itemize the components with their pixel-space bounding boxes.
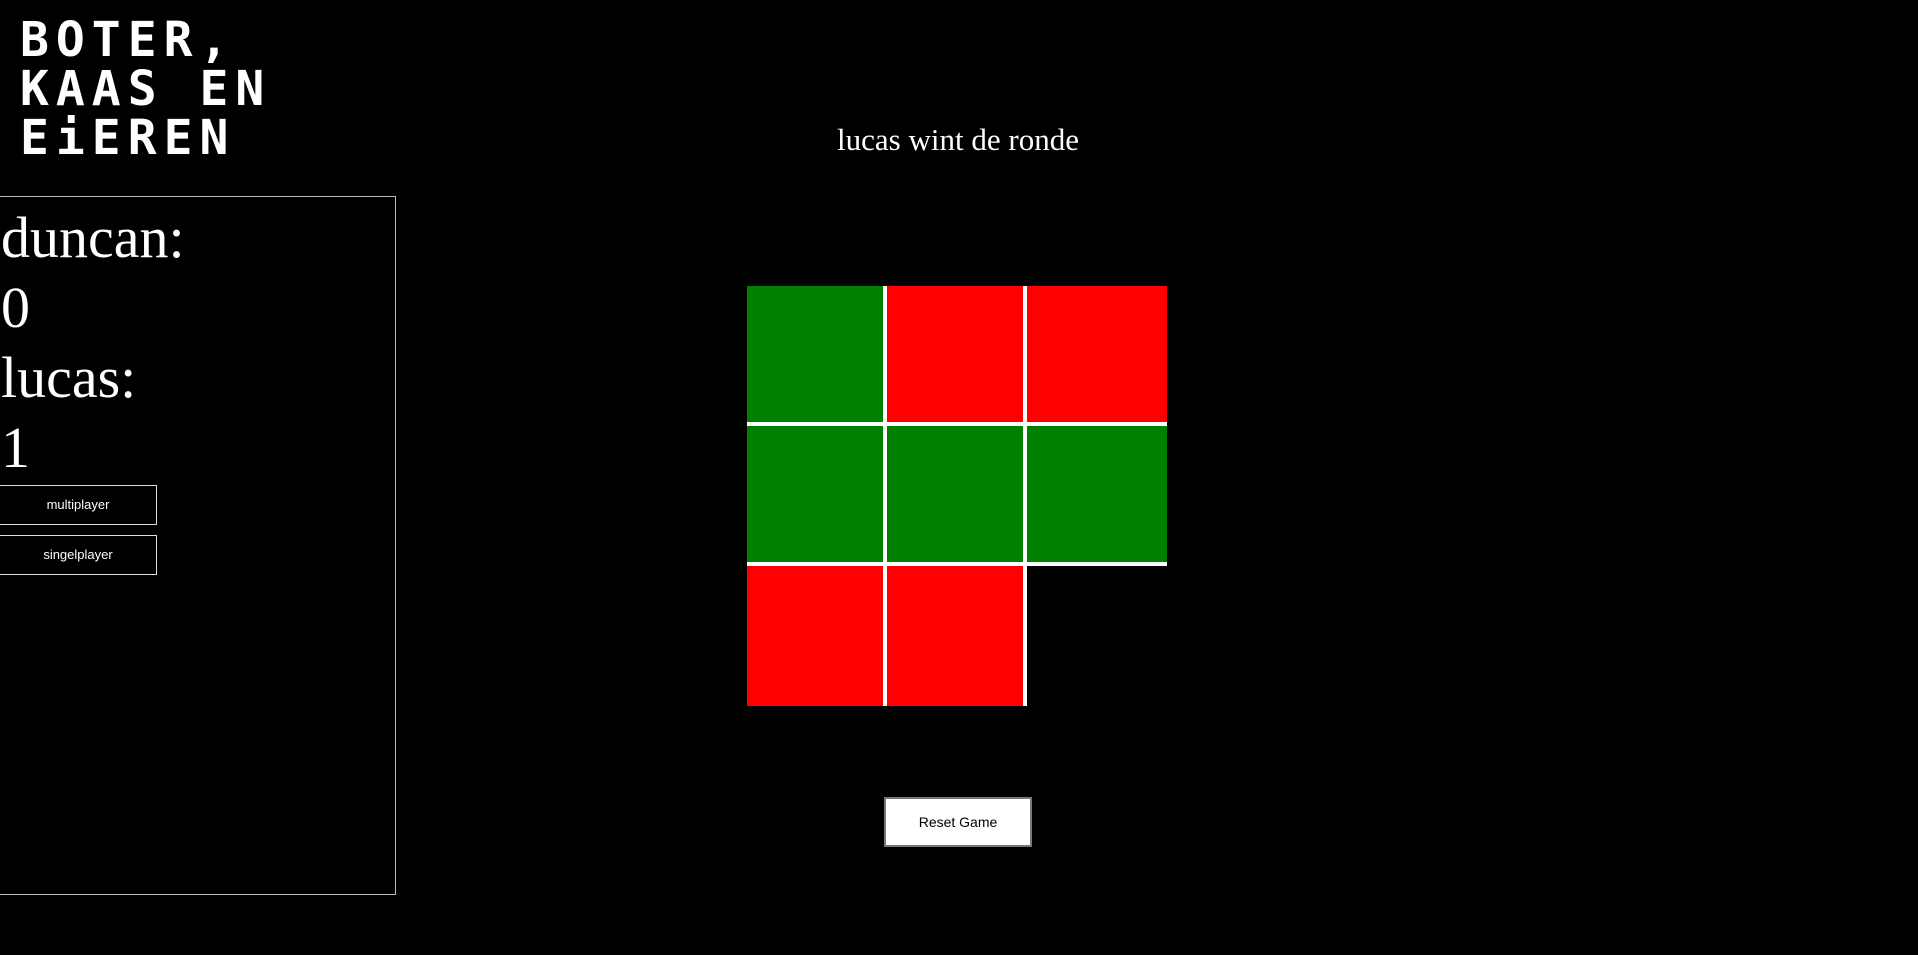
game-title-line-3: EiEREN (20, 110, 236, 166)
board-cell-5[interactable] (887, 426, 1027, 566)
board-cell-8[interactable] (887, 566, 1027, 706)
score-panel: duncan: 0 lucas: 1 multiplayer singelpla… (0, 196, 396, 895)
player2-score: 1 (1, 415, 30, 480)
board-cell-1[interactable] (747, 286, 887, 426)
game-title: BOTER, KAAS EN EiEREN (20, 16, 320, 163)
board-cell-6[interactable] (1027, 426, 1167, 566)
round-status: lucas wint de ronde (837, 122, 1079, 157)
singleplayer-button[interactable]: singelplayer (0, 535, 157, 575)
player2-label: lucas: (1, 345, 137, 410)
player1-label: duncan: (1, 205, 185, 270)
board-cell-2[interactable] (887, 286, 1027, 426)
board-cell-3[interactable] (1027, 286, 1167, 426)
board-cell-4[interactable] (747, 426, 887, 566)
board-cell-9[interactable] (1027, 566, 1167, 706)
multiplayer-button[interactable]: multiplayer (0, 485, 157, 525)
reset-game-button[interactable]: Reset Game (884, 797, 1032, 847)
game-title-line-2: KAAS EN (20, 61, 272, 117)
game-title-line-1: BOTER, (20, 12, 236, 68)
game-board (747, 286, 1167, 706)
board-cell-7[interactable] (747, 566, 887, 706)
player1-score: 0 (1, 275, 30, 340)
